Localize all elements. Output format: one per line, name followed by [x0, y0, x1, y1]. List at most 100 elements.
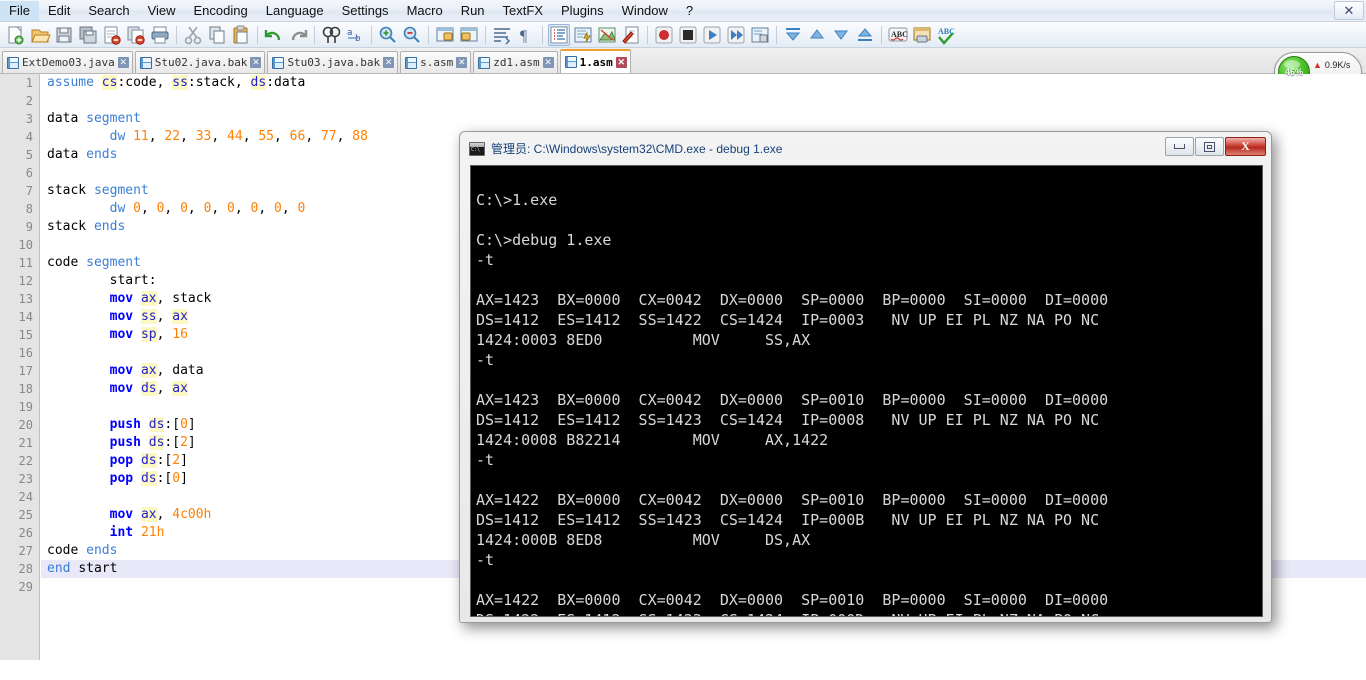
tab-1-asm[interactable]: 1.asm ✕: [559, 49, 631, 73]
tab-close-icon[interactable]: ✕: [615, 56, 627, 68]
tab-close-icon[interactable]: ✕: [250, 57, 262, 68]
tab-label: zd1.asm: [493, 56, 540, 69]
code-token: :[: [156, 471, 173, 486]
upload-rate: 0.9K/s: [1324, 60, 1351, 70]
document-switcher-icon[interactable]: [911, 24, 933, 46]
code-token: ]: [180, 471, 188, 486]
print-icon[interactable]: [149, 24, 171, 46]
tab-label: s.asm: [420, 56, 454, 69]
line-number: 18: [18, 382, 33, 396]
console-output-screen[interactable]: C:\>1.exe C:\>debug 1.exe -t AX=1423 BX=0…: [470, 165, 1263, 617]
menu-item-edit[interactable]: Edit: [39, 1, 79, 21]
play-macro-icon[interactable]: [701, 24, 723, 46]
sync-horizontal-icon[interactable]: [458, 24, 480, 46]
menu-item-macro[interactable]: Macro: [398, 1, 452, 21]
toolbar-separator: [176, 25, 177, 44]
zoom-in-icon[interactable]: [377, 24, 399, 46]
svg-text:a: a: [347, 28, 352, 38]
code-token: ax: [140, 507, 157, 522]
menu-item-window[interactable]: Window: [613, 1, 677, 21]
menu-item-file[interactable]: File: [0, 0, 39, 21]
tab-close-icon[interactable]: ✕: [383, 57, 395, 68]
code-token: mov: [109, 507, 141, 522]
close-all-icon[interactable]: [125, 24, 147, 46]
menu-item-search[interactable]: Search: [79, 1, 138, 21]
tab-zd1-asm[interactable]: zd1.asm ✕: [473, 51, 558, 73]
tab-close-icon[interactable]: ✕: [456, 57, 468, 68]
zoom-out-icon[interactable]: [401, 24, 423, 46]
cut-icon[interactable]: [182, 24, 204, 46]
undo-icon[interactable]: [263, 24, 285, 46]
menu-item-view[interactable]: View: [139, 1, 185, 21]
play-multiple-macro-icon[interactable]: [725, 24, 747, 46]
menu-item-plugins[interactable]: Plugins: [552, 1, 613, 21]
line-number-gutter: 1 2 3 4 5 6 7 8 9 10 11 12 13 14 15 16 17 18 19 20 21 22 23 24 2…: [0, 74, 40, 660]
file-icon: [478, 56, 491, 69]
expand-level-icon[interactable]: [830, 24, 852, 46]
tab-s-asm[interactable]: s.asm ✕: [400, 51, 472, 73]
spellcheck-ok-icon[interactable]: ABC: [935, 24, 957, 46]
menu-item-run[interactable]: Run: [452, 1, 494, 21]
replace-icon[interactable]: ab: [344, 24, 366, 46]
toolbar-separator: [428, 25, 429, 44]
line-number: 7: [25, 184, 33, 198]
code-token: ds: [140, 381, 157, 396]
console-line: DS=1412 ES=1412 SS=1423 CS=1424 IP=0008 …: [476, 411, 1100, 429]
tab-close-icon[interactable]: ✕: [117, 57, 129, 68]
tab-stu02-java-bak[interactable]: Stu02.java.bak ✕: [134, 51, 266, 73]
minimize-button[interactable]: [1165, 137, 1194, 156]
code-line[interactable]: [41, 92, 1366, 110]
line-number: 10: [18, 238, 33, 252]
code-token: ax: [172, 309, 188, 324]
word-wrap-icon[interactable]: [491, 24, 513, 46]
tab-stu03-java-bak[interactable]: Stu03.java.bak ✕: [267, 51, 399, 73]
paste-icon[interactable]: [230, 24, 252, 46]
stop-macro-icon[interactable]: [677, 24, 699, 46]
code-line[interactable]: assume cs:code, ss:stack, ds:data: [41, 74, 1366, 92]
cmd-console-window[interactable]: 管理员: C:\Windows\system32\CMD.exe - debug…: [459, 131, 1272, 623]
collapse-level-icon[interactable]: [806, 24, 828, 46]
sync-vertical-icon[interactable]: [434, 24, 456, 46]
spellcheck-icon[interactable]: ABC: [887, 24, 909, 46]
expand-all-icon[interactable]: [854, 24, 876, 46]
menu-item-settings[interactable]: Settings: [333, 1, 398, 21]
line-number: 27: [18, 544, 33, 558]
maximize-button[interactable]: [1195, 137, 1224, 156]
new-file-icon[interactable]: [5, 24, 27, 46]
redo-icon[interactable]: [287, 24, 309, 46]
menu-item-language[interactable]: Language: [257, 1, 333, 21]
tab-close-icon[interactable]: ✕: [542, 57, 554, 68]
cmd-icon: [469, 141, 485, 156]
save-macro-icon[interactable]: [749, 24, 771, 46]
close-file-icon[interactable]: [101, 24, 123, 46]
console-title-bar[interactable]: 管理员: C:\Windows\system32\CMD.exe - debug…: [463, 135, 1268, 162]
file-icon: [405, 56, 418, 69]
user-defined-dialog-icon[interactable]: [572, 24, 594, 46]
show-all-characters-icon[interactable]: ¶: [515, 24, 537, 46]
code-token: ds: [140, 471, 157, 486]
record-macro-icon[interactable]: [653, 24, 675, 46]
collapse-all-icon[interactable]: [782, 24, 804, 46]
toolbar-separator: [647, 25, 648, 44]
open-file-icon[interactable]: [29, 24, 51, 46]
code-line[interactable]: data segment: [41, 110, 1366, 128]
menu-item-help[interactable]: ?: [677, 1, 702, 21]
function-list-icon[interactable]: [620, 24, 642, 46]
indent-guide-icon[interactable]: [548, 23, 570, 46]
find-icon[interactable]: [320, 24, 342, 46]
tab-extdemo03-java[interactable]: ExtDemo03.java ✕: [2, 51, 133, 73]
copy-icon[interactable]: [206, 24, 228, 46]
code-token: :stack,: [187, 75, 251, 90]
show-doc-map-icon[interactable]: [596, 24, 618, 46]
menu-item-encoding[interactable]: Encoding: [185, 1, 257, 21]
menu-item-textfx[interactable]: TextFX: [494, 1, 552, 21]
close-icon[interactable]: ✕: [1334, 1, 1364, 20]
toolbar-separator: [881, 25, 882, 44]
save-all-icon[interactable]: [77, 24, 99, 46]
save-icon[interactable]: [53, 24, 75, 46]
code-token: code: [47, 543, 87, 558]
console-close-button[interactable]: X: [1225, 137, 1266, 156]
